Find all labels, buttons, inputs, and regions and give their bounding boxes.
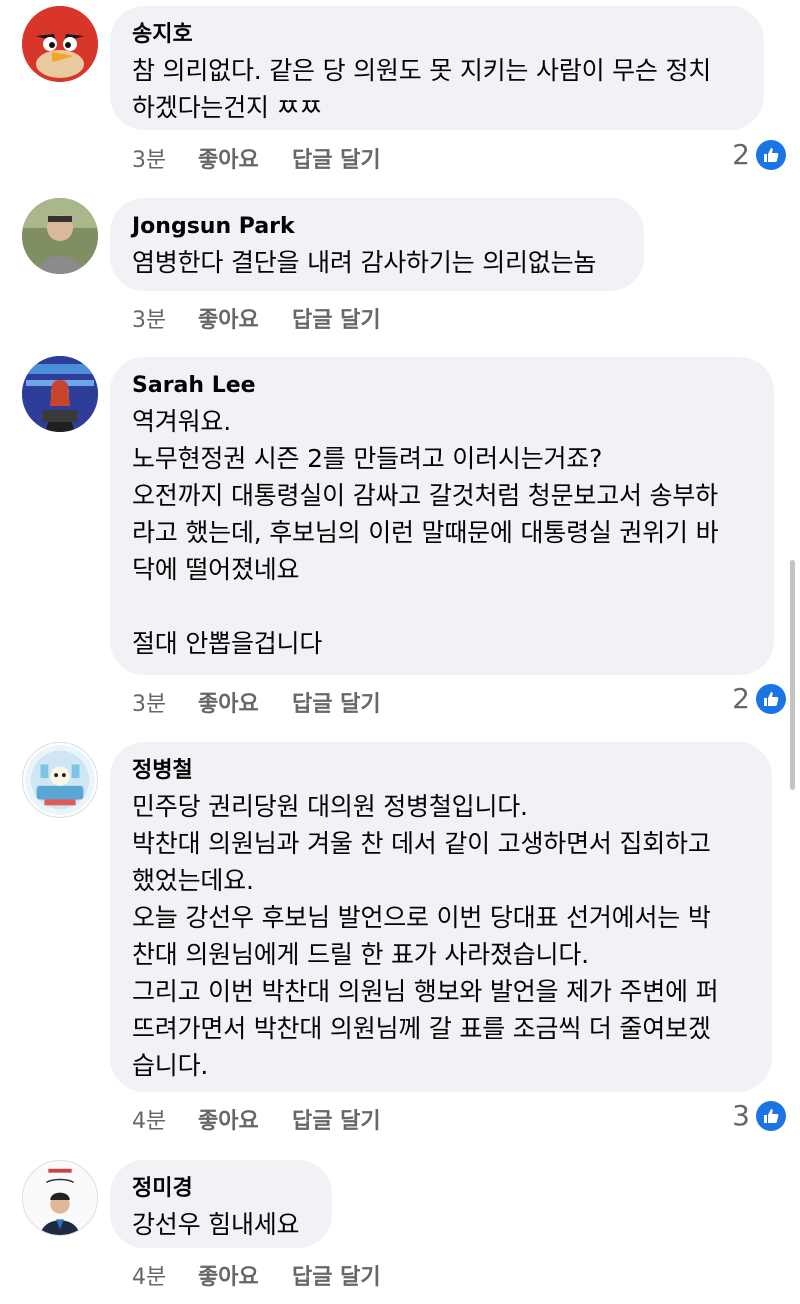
reaction-count[interactable]: 3 xyxy=(732,1099,786,1132)
scrollbar[interactable] xyxy=(790,560,795,790)
comment-time[interactable]: 4분 xyxy=(132,1103,198,1135)
reply-button[interactable]: 답글 달기 xyxy=(292,142,381,174)
angry-bird-icon xyxy=(22,6,98,82)
comment-actions: 3분 좋아요 답글 달기 xyxy=(132,686,381,718)
avatar[interactable] xyxy=(22,6,98,82)
reply-button[interactable]: 답글 달기 xyxy=(292,302,381,334)
comment-actions: 3분 좋아요 답글 달기 xyxy=(132,142,381,174)
comment-actions: 4분 좋아요 답글 달기 xyxy=(132,1259,381,1291)
comment-time[interactable]: 4분 xyxy=(132,1259,198,1291)
comment-bubble: 정미경 강선우 힘내세요 xyxy=(110,1160,332,1248)
reaction-number: 3 xyxy=(732,1099,750,1132)
comment-bubble: Jongsun Park 염병한다 결단을 내려 감사하기는 의리없는놈 xyxy=(110,198,644,291)
reaction-number: 2 xyxy=(732,682,750,715)
person-photo-icon xyxy=(23,1161,97,1235)
person-photo-icon xyxy=(22,356,98,432)
comment-text: 염병한다 결단을 내려 감사하기는 의리없는놈 xyxy=(132,248,597,277)
comment-time[interactable]: 3분 xyxy=(132,142,198,174)
comment-text: 참 의리없다. 같은 당 의원도 못 지키는 사람이 무슨 정치 하겠다는건지 … xyxy=(132,56,712,122)
reply-button[interactable]: 답글 달기 xyxy=(292,686,381,718)
comment-author[interactable]: 정미경 xyxy=(132,1175,308,1203)
comment-actions: 3분 좋아요 답글 달기 xyxy=(132,302,381,334)
comment-time[interactable]: 3분 xyxy=(132,302,198,334)
thumbs-up-icon xyxy=(756,1100,786,1131)
reaction-number: 2 xyxy=(732,138,750,171)
avatar[interactable] xyxy=(22,1160,98,1236)
like-button[interactable]: 좋아요 xyxy=(198,302,292,334)
avatar[interactable] xyxy=(22,356,98,432)
avatar[interactable] xyxy=(22,198,98,274)
reply-button[interactable]: 답글 달기 xyxy=(292,1259,381,1291)
comment-bubble: 정병철 민주당 권리당원 대의원 정병철입니다. 박찬대 의원님과 겨울 찬 데… xyxy=(110,742,772,1092)
like-button[interactable]: 좋아요 xyxy=(198,686,292,718)
reaction-count[interactable]: 2 xyxy=(732,138,786,171)
like-button[interactable]: 좋아요 xyxy=(198,1103,292,1135)
comment-time[interactable]: 3분 xyxy=(132,686,198,718)
thumbs-up-icon xyxy=(756,139,786,170)
reply-button[interactable]: 답글 달기 xyxy=(292,1103,381,1135)
avatar[interactable] xyxy=(22,742,98,818)
comment-text: 강선우 힘내세요 xyxy=(132,1210,300,1239)
comment-bubble: Sarah Lee 역겨워요. 노무현정권 시즌 2를 만들려고 이러시는거죠?… xyxy=(110,357,774,675)
comment-bubble: 송지호 참 의리없다. 같은 당 의원도 못 지키는 사람이 무슨 정치 하겠다… xyxy=(110,6,764,130)
comment-author[interactable]: Sarah Lee xyxy=(132,372,750,400)
comment-actions: 4분 좋아요 답글 달기 xyxy=(132,1103,381,1135)
like-button[interactable]: 좋아요 xyxy=(198,1259,292,1291)
comment-author[interactable]: Jongsun Park xyxy=(132,213,620,241)
reaction-count[interactable]: 2 xyxy=(732,682,786,715)
like-button[interactable]: 좋아요 xyxy=(198,142,292,174)
thumbs-up-icon xyxy=(756,683,786,714)
person-photo-icon xyxy=(22,198,98,274)
comment-author[interactable]: 송지호 xyxy=(132,21,740,49)
comment-text: 역겨워요. 노무현정권 시즌 2를 만들려고 이러시는거죠? 오전까지 대통령실… xyxy=(132,407,719,658)
comment-text: 민주당 권리당원 대의원 정병철입니다. 박찬대 의원님과 겨울 찬 데서 같이… xyxy=(132,792,719,1080)
comment-author[interactable]: 정병철 xyxy=(132,757,748,785)
illustration-icon xyxy=(24,744,96,816)
